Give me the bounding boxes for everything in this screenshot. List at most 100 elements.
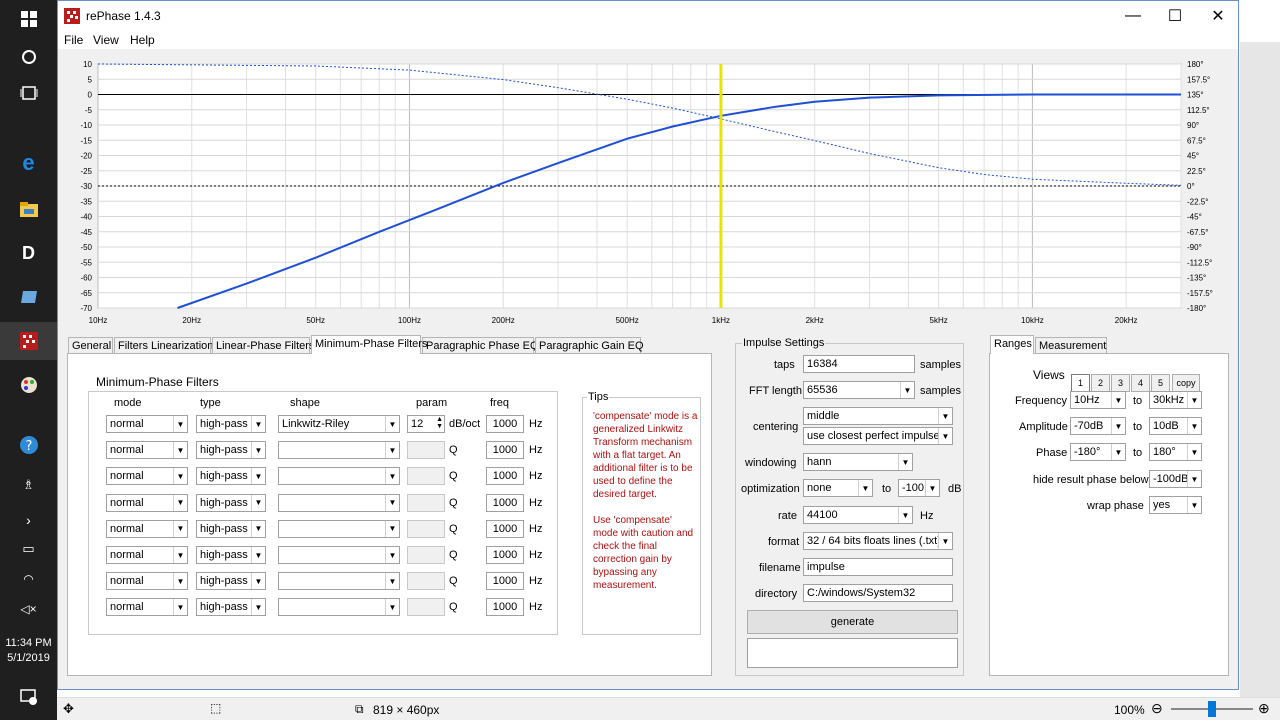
- help-icon[interactable]: ?: [0, 428, 57, 462]
- menu-help[interactable]: Help: [130, 33, 155, 47]
- fft-select[interactable]: 65536 ▼: [803, 381, 915, 399]
- type-select[interactable]: high-pass ▼: [196, 598, 266, 617]
- windowing-select[interactable]: hann ▼: [803, 453, 913, 471]
- search-icon[interactable]: [0, 40, 57, 74]
- zoom-slider[interactable]: [1171, 701, 1253, 717]
- view-button-3[interactable]: 3: [1111, 374, 1130, 392]
- tab-minimum-phase-filters[interactable]: Minimum-Phase Filters: [311, 335, 427, 354]
- zoom-in-button[interactable]: ⊕: [1258, 700, 1270, 717]
- menu-view[interactable]: View: [93, 33, 119, 47]
- taps-input[interactable]: 16384: [803, 355, 915, 373]
- start-icon[interactable]: [0, 2, 57, 36]
- amplitude-to-select[interactable]: 10dB ▼: [1149, 417, 1202, 435]
- param-input[interactable]: [407, 546, 445, 564]
- optimization-select[interactable]: none ▼: [803, 479, 873, 497]
- freq-input[interactable]: 1000: [486, 493, 524, 512]
- freq-input[interactable]: 1000: [486, 441, 524, 460]
- type-select[interactable]: high-pass ▼: [196, 519, 266, 538]
- zoom-out-button[interactable]: ⊖: [1151, 700, 1163, 717]
- freq-input[interactable]: 1000: [486, 519, 524, 538]
- notifications-icon[interactable]: [0, 680, 57, 714]
- tab-paragraphic-phase-eq[interactable]: Paragraphic Phase EQ: [422, 337, 539, 354]
- type-select[interactable]: high-pass ▼: [196, 467, 266, 486]
- param-input[interactable]: [407, 519, 445, 538]
- title-bar[interactable]: rePhase 1.4.3 — ☐ ✕: [58, 1, 1238, 31]
- tab-measurement[interactable]: Measurement: [1035, 337, 1107, 354]
- filename-input[interactable]: impulse: [803, 558, 953, 576]
- phase-from-select[interactable]: -180° ▼: [1070, 443, 1126, 461]
- tab-filters-linearization[interactable]: Filters Linearization: [114, 337, 213, 354]
- view-button-1[interactable]: 1: [1071, 374, 1090, 392]
- tab-paragraphic-gain-eq[interactable]: Paragraphic Gain EQ: [535, 337, 644, 354]
- type-select[interactable]: high-pass ▼: [196, 415, 266, 433]
- freq-input[interactable]: 1000: [486, 572, 524, 591]
- type-select[interactable]: high-pass ▼: [196, 546, 266, 564]
- volume-icon[interactable]: ◁×: [0, 592, 57, 626]
- optimization-db-select[interactable]: -100 ▼: [898, 479, 940, 497]
- shape-select[interactable]: ▼: [278, 493, 400, 512]
- rate-select[interactable]: 44100 ▼: [803, 506, 913, 524]
- frequency-from-select[interactable]: 10Hz ▼: [1070, 391, 1126, 409]
- hide-phase-select[interactable]: -100dB ▼: [1149, 470, 1202, 488]
- mode-select[interactable]: normal ▼: [106, 546, 188, 564]
- param-input[interactable]: [407, 493, 445, 512]
- edge-icon[interactable]: e: [0, 146, 57, 180]
- mode-select[interactable]: normal ▼: [106, 572, 188, 591]
- shape-select[interactable]: ▼: [278, 546, 400, 564]
- view-button-2[interactable]: 2: [1091, 374, 1110, 392]
- wifi-icon[interactable]: ◠: [0, 562, 57, 596]
- freq-input[interactable]: 1000: [486, 546, 524, 564]
- close-button[interactable]: ✕: [1195, 1, 1241, 31]
- view-button-5[interactable]: 5: [1151, 374, 1170, 392]
- battery-icon[interactable]: ▭: [0, 532, 57, 566]
- type-select[interactable]: high-pass ▼: [196, 572, 266, 591]
- centering-mode-select[interactable]: use closest perfect impulse ▼: [803, 427, 953, 445]
- type-select[interactable]: high-pass ▼: [196, 493, 266, 512]
- shape-select[interactable]: ▼: [278, 441, 400, 460]
- zoom-slider-thumb[interactable]: [1208, 701, 1216, 717]
- freq-input[interactable]: 1000: [486, 598, 524, 617]
- frequency-to-select[interactable]: 30kHz ▼: [1149, 391, 1202, 409]
- type-select[interactable]: high-pass ▼: [196, 441, 266, 460]
- menu-file[interactable]: File: [64, 33, 83, 47]
- shape-select[interactable]: ▼: [278, 519, 400, 538]
- centering-select[interactable]: middle ▼: [803, 407, 953, 425]
- mode-select[interactable]: normal ▼: [106, 493, 188, 512]
- notes-icon[interactable]: [0, 280, 57, 314]
- taskbar-clock[interactable]: 11:34 PM 5/1/2019: [0, 636, 57, 666]
- task-view-icon[interactable]: [0, 76, 57, 110]
- shape-select[interactable]: ▼: [278, 598, 400, 617]
- paint-icon[interactable]: [0, 368, 57, 402]
- param-stepper[interactable]: 12 ▲ ▼: [407, 415, 445, 433]
- tab-linear-phase-filters[interactable]: Linear-Phase Filters: [212, 337, 314, 354]
- wrap-phase-select[interactable]: yes ▼: [1149, 496, 1202, 514]
- param-input[interactable]: [407, 598, 445, 617]
- app-d-icon[interactable]: D: [0, 236, 57, 270]
- minimize-button[interactable]: —: [1110, 1, 1156, 31]
- mode-select[interactable]: normal ▼: [106, 415, 188, 433]
- file-explorer-icon[interactable]: [0, 192, 57, 226]
- stepper-arrows-icon[interactable]: ▲ ▼: [436, 416, 443, 430]
- directory-input[interactable]: C:/windows/System32: [803, 584, 953, 602]
- tab-ranges[interactable]: Ranges: [990, 335, 1034, 354]
- mode-select[interactable]: normal ▼: [106, 519, 188, 538]
- generate-button[interactable]: generate: [747, 610, 958, 634]
- format-select[interactable]: 32 / 64 bits floats lines (.txt) ▼: [803, 532, 953, 550]
- amplitude-from-select[interactable]: -70dB ▼: [1070, 417, 1126, 435]
- mode-select[interactable]: normal ▼: [106, 441, 188, 460]
- frequency-response-chart[interactable]: 10 5 0 -5 -10 -15 -20 -25 -30 -35 -40 -45 -50 -55 -60 -…: [58, 49, 1238, 331]
- rephase-taskbar-icon[interactable]: [0, 322, 57, 360]
- view-button-4[interactable]: 4: [1131, 374, 1150, 392]
- phase-to-select[interactable]: 180° ▼: [1149, 443, 1202, 461]
- people-icon[interactable]: ♗: [0, 468, 57, 502]
- shape-select[interactable]: Linkwitz-Riley ▼: [278, 415, 400, 433]
- mode-select[interactable]: normal ▼: [106, 598, 188, 617]
- param-input[interactable]: [407, 441, 445, 460]
- maximize-button[interactable]: ☐: [1152, 1, 1198, 31]
- param-input[interactable]: [407, 467, 445, 486]
- view-copy-button[interactable]: copy: [1172, 374, 1200, 392]
- freq-input[interactable]: 1000: [486, 415, 524, 433]
- shape-select[interactable]: ▼: [278, 572, 400, 591]
- freq-input[interactable]: 1000: [486, 467, 524, 486]
- param-input[interactable]: [407, 572, 445, 591]
